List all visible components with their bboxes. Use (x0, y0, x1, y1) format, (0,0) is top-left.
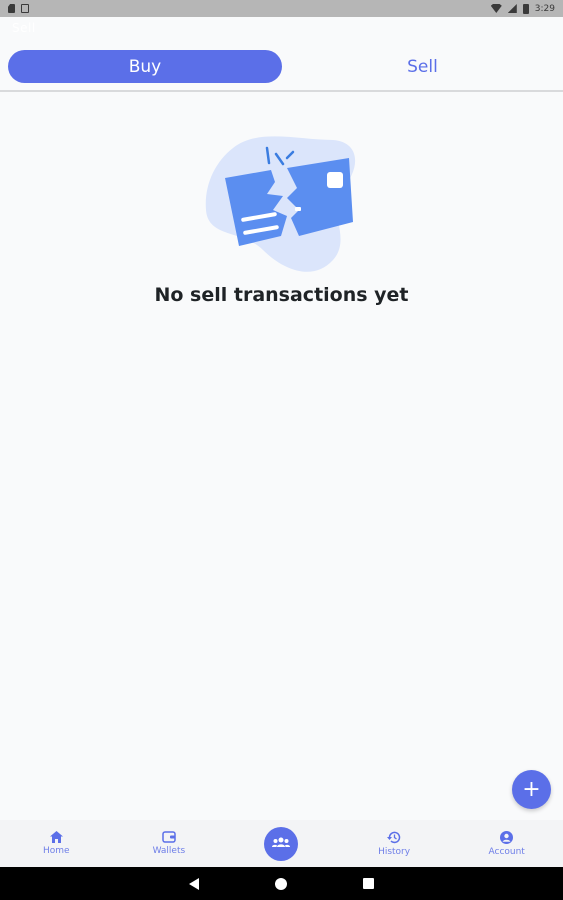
status-left (8, 4, 29, 13)
plus-icon: + (522, 776, 541, 802)
back-icon[interactable] (189, 877, 199, 890)
recent-apps-icon[interactable] (363, 878, 374, 889)
status-bar: 3:29 (0, 0, 563, 17)
nav-label-home: Home (43, 846, 70, 856)
home-icon (49, 831, 63, 843)
sd-card-icon (8, 4, 15, 13)
nav-item-wallets[interactable]: Wallets (124, 820, 214, 867)
nav-item-p2p[interactable] (236, 820, 326, 867)
wifi-icon (490, 4, 502, 13)
nav-label-history: History (378, 846, 411, 857)
p2p-button[interactable] (264, 826, 299, 861)
download-icon (21, 4, 29, 13)
nav-label-wallets: Wallets (152, 846, 186, 856)
tab-bar: Buy Sell (8, 50, 563, 83)
toolbar-title: Sell (12, 21, 36, 35)
nav-item-home[interactable]: Home (11, 820, 101, 867)
status-time: 3:29 (534, 3, 555, 14)
home-circle-icon[interactable] (275, 877, 287, 890)
empty-state-message: No sell transactions yet (154, 284, 409, 306)
tab-sell[interactable]: Sell (282, 50, 563, 83)
people-icon (272, 837, 291, 850)
toolbar: Sell Buy Sell (0, 17, 563, 91)
broken-card-illustration (203, 130, 363, 278)
status-right: 3:29 (490, 3, 555, 14)
signal-icon (507, 4, 517, 13)
account-icon (500, 830, 514, 844)
bottom-navigation: Home Wallets History Account (0, 820, 563, 867)
nav-label-account: Account (488, 846, 525, 857)
system-navigation-bar (0, 867, 563, 900)
history-icon (387, 831, 401, 844)
wallet-icon (162, 831, 176, 843)
tab-divider (0, 90, 563, 92)
nav-item-history[interactable]: History (349, 820, 439, 867)
battery-icon (522, 3, 529, 14)
tab-buy[interactable]: Buy (8, 50, 282, 83)
nav-item-account[interactable]: Account (462, 820, 552, 867)
add-button[interactable]: + (512, 770, 551, 809)
